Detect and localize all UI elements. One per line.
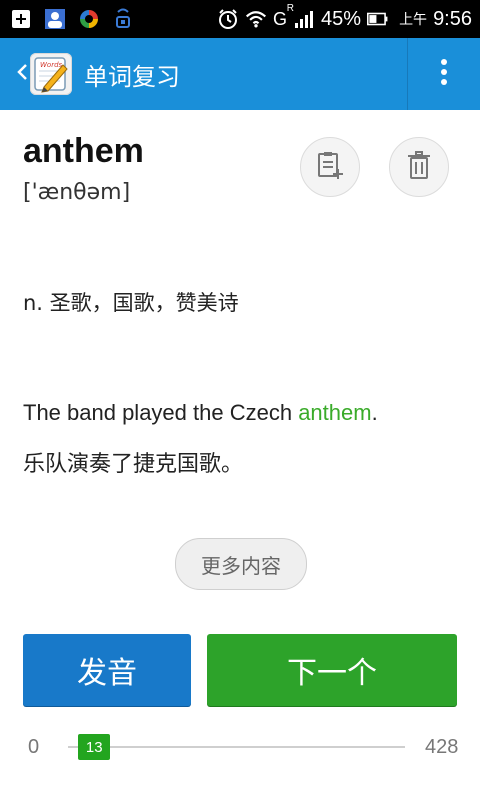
pronounce-button[interactable]: 发音 — [23, 634, 191, 706]
next-button[interactable]: 下一个 — [207, 634, 457, 706]
svg-text:Words: Words — [40, 61, 63, 69]
word-title: anthem — [23, 132, 144, 170]
network-type-label: GR — [273, 2, 295, 29]
time-prefix: 上午 — [399, 11, 428, 27]
alarm-icon — [217, 8, 239, 30]
trash-icon — [405, 150, 433, 184]
page-title: 单词复习 — [84, 62, 180, 91]
progress-min-label: 0 — [28, 736, 40, 758]
notebook-pencil-icon[interactable]: Words — [30, 53, 72, 95]
back-button[interactable] — [0, 38, 28, 110]
clock: 9:56 — [433, 7, 472, 30]
plus-notification-icon — [10, 8, 32, 30]
signal-strength-icon — [293, 8, 315, 30]
app-notification-icon — [78, 8, 100, 30]
download-notification-icon — [112, 8, 134, 30]
progress-thumb[interactable]: 13 — [78, 734, 111, 760]
progress-max-label: 428 — [425, 736, 459, 758]
progress-track[interactable] — [68, 746, 405, 748]
status-bar: GR 45% 上午 9:56 — [0, 0, 480, 38]
example-highlight: anthem — [298, 400, 372, 425]
example-sentence: The band played the Czech anthem. — [23, 400, 378, 426]
add-note-button[interactable] — [300, 137, 360, 197]
chevron-left-icon — [16, 62, 28, 87]
wifi-icon — [245, 8, 267, 30]
word-definition: n. 圣歌，国歌，赞美诗 — [23, 291, 239, 315]
example-translation: 乐队演奏了捷克国歌。 — [23, 452, 244, 477]
delete-button[interactable] — [389, 137, 449, 197]
app-bar: Words 单词复习 — [0, 38, 480, 110]
example-text-after: . — [371, 400, 378, 425]
battery-icon — [367, 8, 389, 30]
battery-percent: 45% — [321, 7, 362, 30]
example-text-before: The band played the Czech — [23, 400, 299, 425]
word-phonetic: ['ænθəm] — [23, 180, 131, 205]
more-content-button[interactable]: 更多内容 — [175, 538, 307, 590]
overflow-menu-button[interactable] — [408, 38, 480, 110]
contacts-notification-icon — [44, 8, 66, 30]
add-note-icon — [315, 150, 345, 184]
more-vertical-icon — [440, 58, 448, 90]
